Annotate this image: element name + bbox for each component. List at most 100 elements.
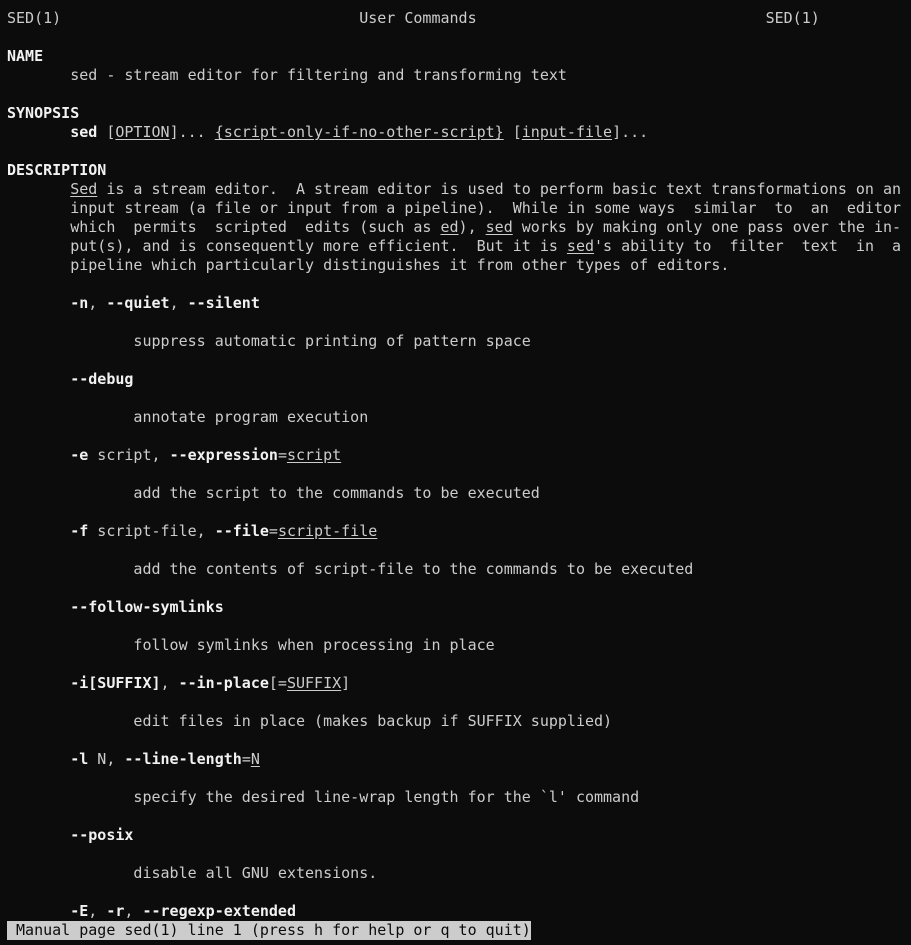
bold-term: --file: [214, 522, 269, 540]
man-text-line: sed [OPTION]... {script-only-if-no-other…: [7, 123, 907, 142]
text-segment: follow symlinks when processing in place: [7, 636, 495, 654]
man-text-line: specify the desired line-wrap length for…: [7, 788, 907, 807]
text-segment: [: [503, 123, 522, 141]
man-text-line: [7, 883, 907, 902]
text-segment: ,: [88, 294, 107, 312]
underlined-term: sed: [566, 237, 595, 255]
man-text-line: -E, -r, --regexp-extended: [7, 902, 907, 921]
text-segment: 's ability to filter text in a: [594, 237, 902, 255]
bold-term: --regexp-extended: [142, 902, 296, 920]
man-text-line: add the script to the commands to be exe…: [7, 484, 907, 503]
man-text-line: follow symlinks when processing in place: [7, 636, 907, 655]
man-text-line: [7, 503, 907, 522]
text-segment: ,: [160, 674, 179, 692]
man-text-line: -l N, --line-length=N: [7, 750, 907, 769]
text-segment: specify the desired line-wrap length for…: [7, 788, 640, 806]
text-segment: [7, 674, 70, 692]
man-header-line: SED(1) User Commands SED(1): [7, 9, 907, 28]
text-segment: script-file,: [88, 522, 215, 540]
text-segment: [7, 750, 70, 768]
man-text-line: add the contents of script-file to the c…: [7, 560, 907, 579]
man-text-line: which permits scripted edits (such as ed…: [7, 218, 907, 237]
bold-term: --quiet: [106, 294, 170, 312]
text-segment: add the contents of script-file to the c…: [7, 560, 694, 578]
bold-term: DESCRIPTION: [7, 161, 107, 179]
underlined-term: ed: [440, 218, 459, 236]
man-text-line: [7, 579, 907, 598]
text-segment: ,: [124, 902, 143, 920]
text-segment: SED(1) User Commands SED(1): [7, 9, 820, 27]
text-segment: [7, 902, 70, 920]
man-text-line: [7, 465, 907, 484]
text-segment: is a stream editor. A stream editor is u…: [97, 180, 902, 198]
man-text-line: sed - stream editor for filtering and tr…: [7, 66, 907, 85]
man-text-line: [7, 693, 907, 712]
man-text-line: [7, 807, 907, 826]
underlined-term: OPTION: [115, 123, 170, 141]
man-text-line: --follow-symlinks: [7, 598, 907, 617]
man-text-line: [7, 731, 907, 750]
bold-term: -l: [70, 750, 89, 768]
text-segment: suppress automatic printing of pattern s…: [7, 332, 531, 350]
text-segment: annotate program execution: [7, 408, 369, 426]
man-text-line: disable all GNU extensions.: [7, 864, 907, 883]
man-text-line: [7, 351, 907, 370]
bold-term: --line-length: [124, 750, 242, 768]
bold-term: --silent: [187, 294, 260, 312]
text-segment: input stream (a file or input from a pip…: [7, 199, 902, 217]
text-segment: disable all GNU extensions.: [7, 864, 378, 882]
text-segment: which permits scripted edits (such as: [7, 218, 441, 236]
man-text-line: DESCRIPTION: [7, 161, 907, 180]
pager-status-bar: Manual page sed(1) line 1 (press h for h…: [7, 921, 531, 940]
text-segment: script,: [88, 446, 170, 464]
bold-term: -f: [70, 522, 89, 540]
bold-term: --follow-symlinks: [70, 598, 224, 616]
text-segment: [7, 370, 70, 388]
text-segment: add the script to the commands to be exe…: [7, 484, 540, 502]
man-text-line: -n, --quiet, --silent: [7, 294, 907, 313]
bold-term: --debug: [70, 370, 134, 388]
man-text-line: [7, 142, 907, 161]
text-segment: edit files in place (makes backup if SUF…: [7, 712, 613, 730]
bold-term: -E: [70, 902, 89, 920]
underlined-term: script: [286, 446, 342, 464]
text-segment: [7, 826, 70, 844]
text-segment: =: [277, 446, 287, 464]
man-text-line: [7, 845, 907, 864]
man-text-line: [7, 655, 907, 674]
bold-term: --expression: [169, 446, 278, 464]
text-segment: ,: [169, 294, 188, 312]
man-page-viewport[interactable]: SED(1) User Commands SED(1) NAME sed - st…: [7, 9, 907, 921]
text-segment: [7, 598, 70, 616]
bold-term: -n: [70, 294, 89, 312]
bold-term: --posix: [70, 826, 134, 844]
man-text-line: [7, 389, 907, 408]
bold-term: SYNOPSIS: [7, 104, 80, 122]
man-text-line: [7, 427, 907, 446]
man-text-line: put(s), and is consequently more efficie…: [7, 237, 907, 256]
bold-term: --in-place: [178, 674, 269, 692]
underlined-term: script-file: [277, 522, 378, 540]
bold-term: -e: [70, 446, 89, 464]
man-text-line: -e script, --expression=script: [7, 446, 907, 465]
text-segment: pipeline which particularly distinguishe…: [7, 256, 730, 274]
bold-term: sed: [70, 123, 98, 141]
man-text-line: [7, 541, 907, 560]
text-segment: [7, 446, 70, 464]
text-segment: sed - stream editor for filtering and tr…: [7, 66, 567, 84]
bold-term: -r: [106, 902, 125, 920]
man-text-line: [7, 313, 907, 332]
man-text-line: input stream (a file or input from a pip…: [7, 199, 907, 218]
man-text-line: --debug: [7, 370, 907, 389]
text-segment: [: [97, 123, 116, 141]
underlined-term: SUFFIX: [286, 674, 342, 692]
man-text-line: suppress automatic printing of pattern s…: [7, 332, 907, 351]
underlined-term: input-file: [521, 123, 613, 141]
bold-term: NAME: [7, 47, 44, 65]
text-segment: [7, 294, 70, 312]
man-text-line: annotate program execution: [7, 408, 907, 427]
man-text-line: pipeline which particularly distinguishe…: [7, 256, 907, 275]
underlined-term: {script-only-if-no-other-script}: [214, 123, 504, 141]
man-text-line: [7, 617, 907, 636]
man-text-line: SYNOPSIS: [7, 104, 907, 123]
